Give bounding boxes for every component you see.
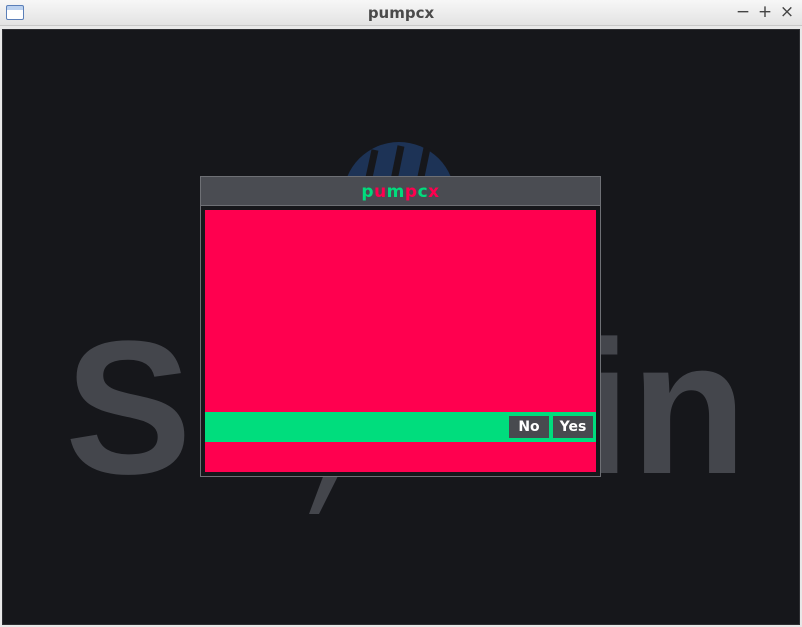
dialog-title-char: p	[361, 182, 375, 202]
maximize-icon[interactable]: +	[755, 2, 775, 22]
dialog-header: pumpcx	[201, 177, 600, 206]
app-window: pumpcx − + × SI in pumpcx No Yes	[0, 0, 802, 627]
dialog-title-char: u	[374, 182, 387, 202]
no-button[interactable]: No	[509, 416, 549, 438]
dialog-title: pumpcx	[361, 182, 439, 202]
minimize-icon[interactable]: −	[733, 2, 753, 22]
window-titlebar[interactable]: pumpcx − + ×	[0, 0, 802, 26]
dialog-title-char: c	[417, 182, 429, 202]
background-logo-text-right: in	[578, 302, 747, 514]
dialog-title-char: m	[386, 182, 405, 202]
dialog-title-char: x	[428, 182, 440, 202]
close-icon[interactable]: ×	[777, 2, 797, 22]
window-title: pumpcx	[367, 4, 435, 22]
yes-button[interactable]: Yes	[553, 416, 593, 438]
dialog-title-char: p	[404, 182, 418, 202]
confirm-dialog: pumpcx No Yes	[200, 176, 601, 477]
dialog-body: No Yes	[205, 210, 596, 472]
dialog-action-bar: No Yes	[205, 412, 596, 442]
